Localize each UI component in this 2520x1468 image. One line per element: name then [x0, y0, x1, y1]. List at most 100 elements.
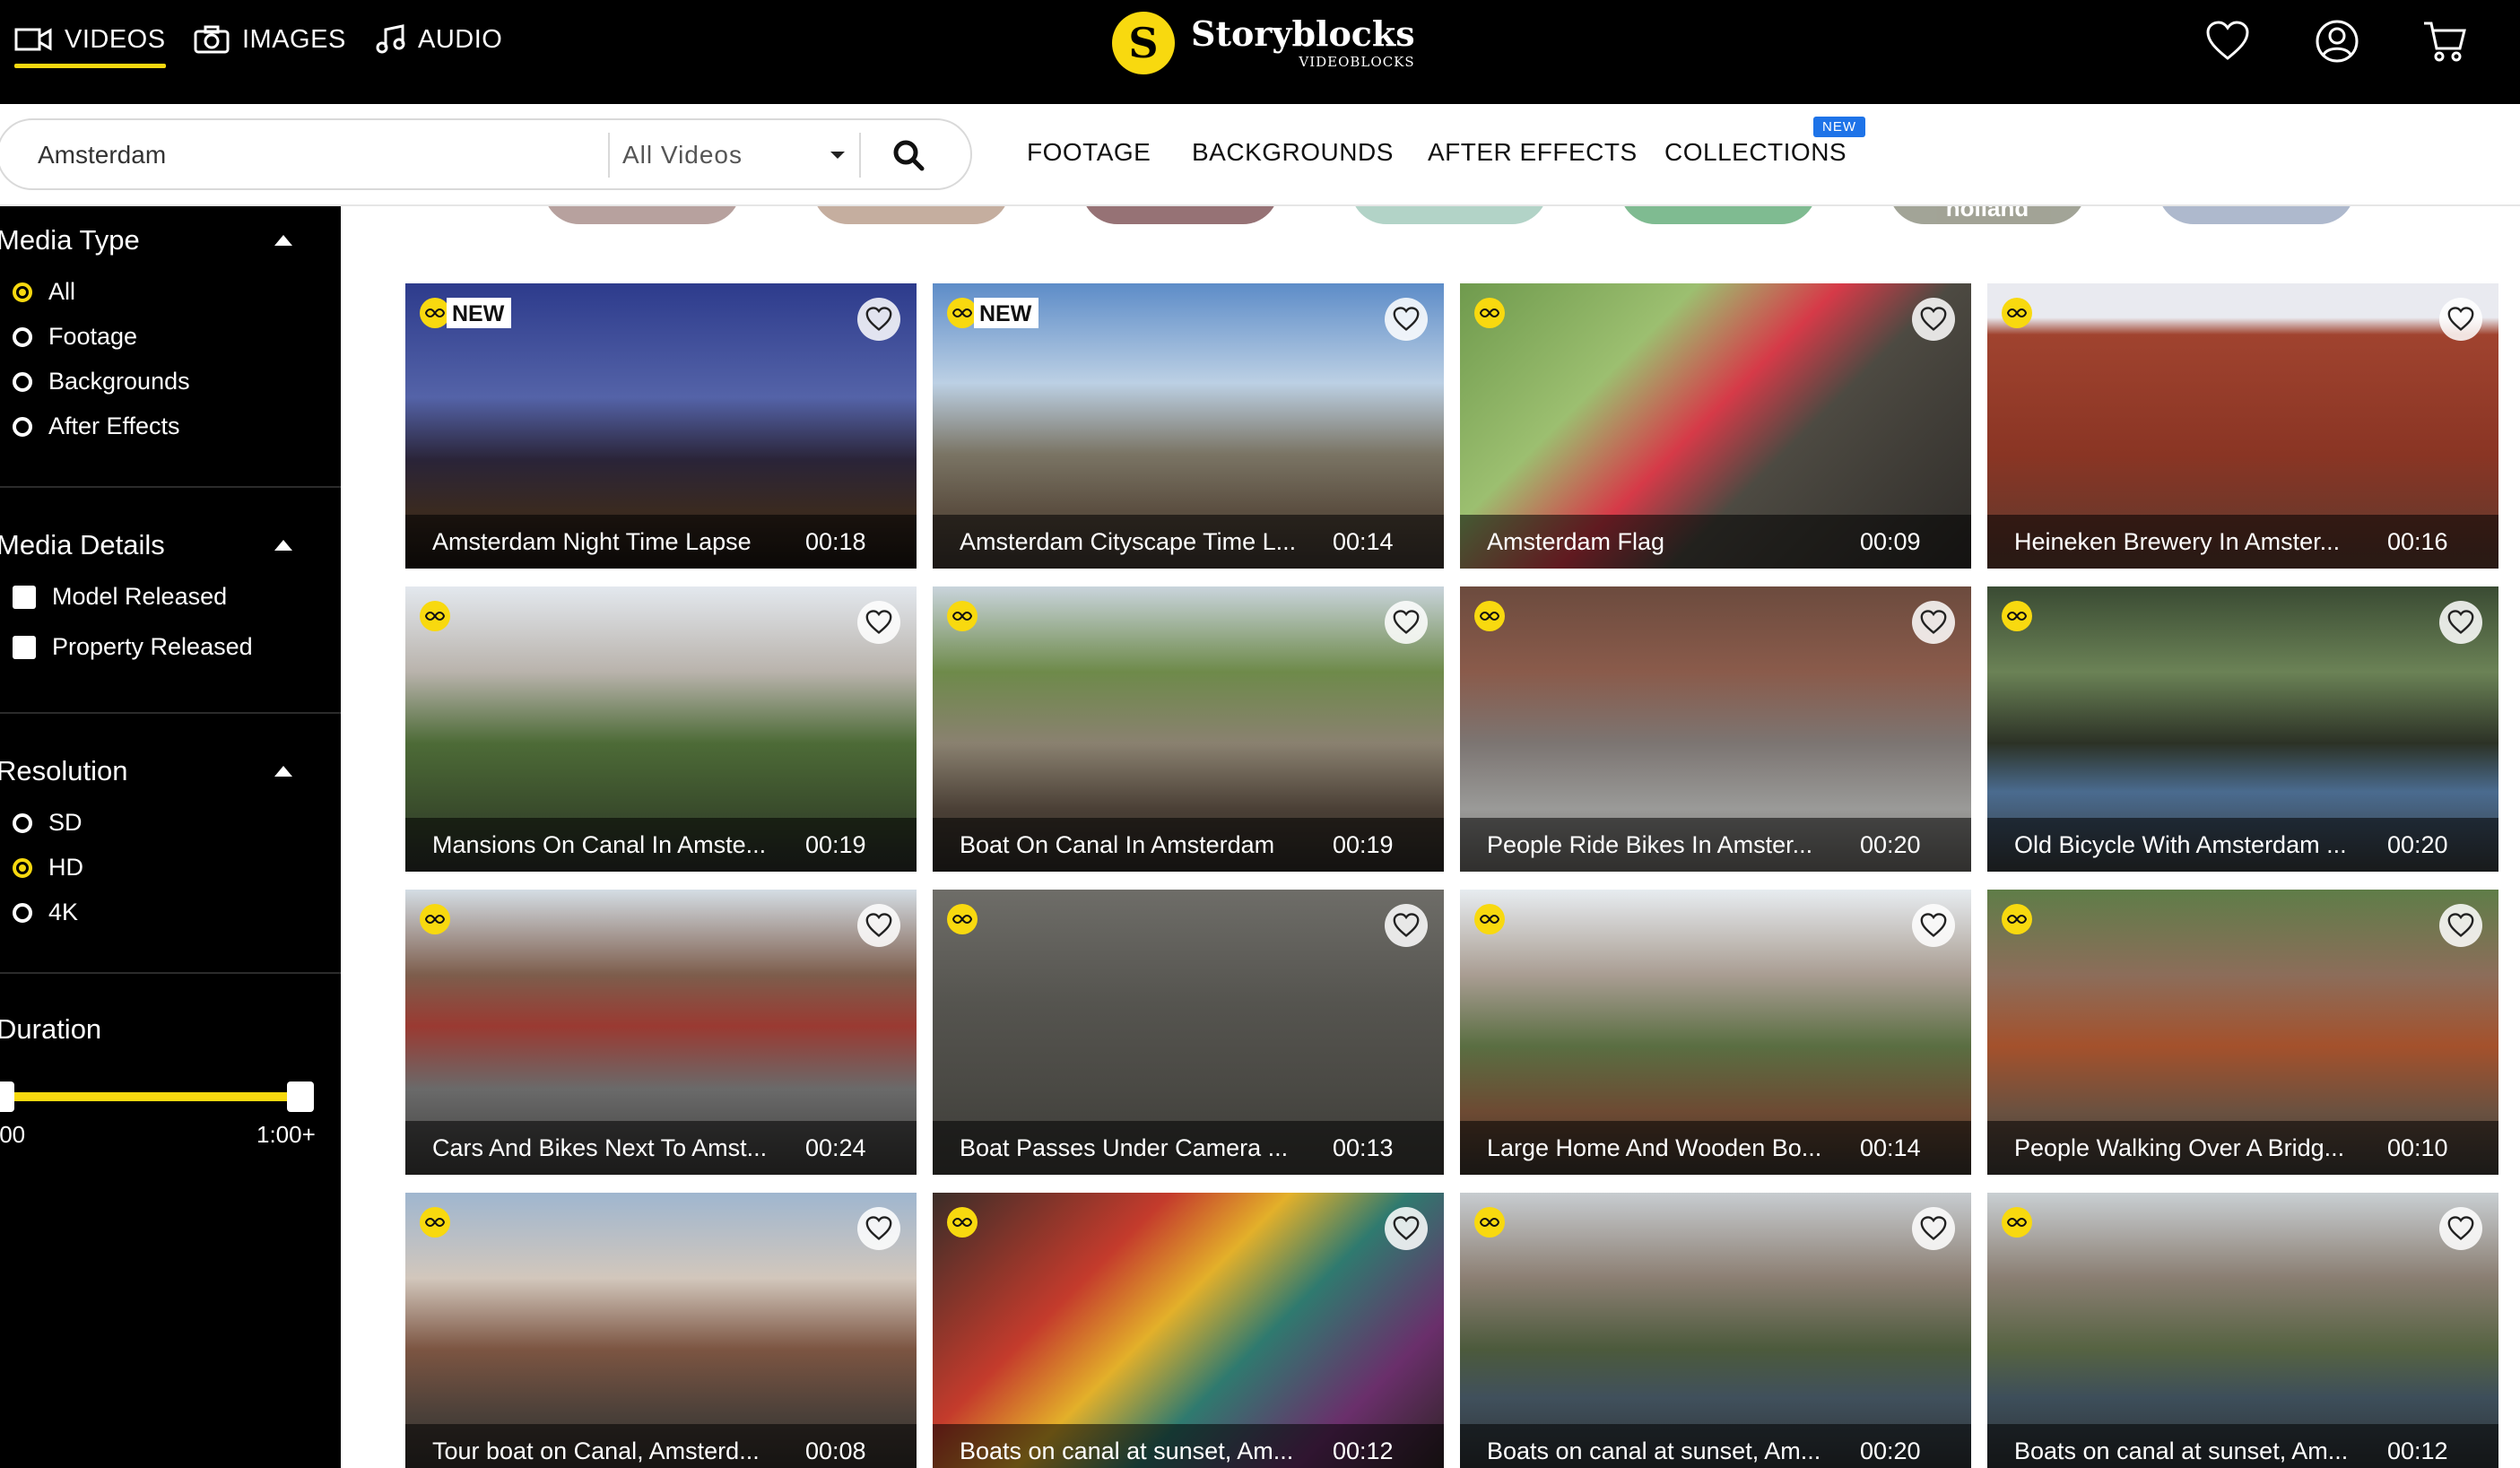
video-result-card[interactable]: Cars And Bikes Next To Amst... 00:24	[405, 890, 917, 1175]
related-search-thumb[interactable]	[2158, 206, 2355, 224]
video-result-card[interactable]: Old Bicycle With Amsterdam ... 00:20	[1987, 586, 2498, 872]
video-result-card[interactable]: Mansions On Canal In Amste... 00:19	[405, 586, 917, 872]
tab-videos[interactable]: VIDEOS	[14, 16, 166, 68]
collapse-caret-icon[interactable]	[274, 235, 292, 246]
video-result-card[interactable]: Boats on canal at sunset, Am... 00:12	[933, 1193, 1444, 1468]
nav-collections[interactable]: COLLECTIONS	[1664, 138, 1847, 167]
video-result-card[interactable]: Amsterdam Flag 00:09	[1460, 283, 1971, 569]
cart-icon[interactable]	[2420, 16, 2470, 66]
favorite-heart-button[interactable]	[1912, 904, 1955, 947]
related-search-thumb-holland[interactable]: holland	[1889, 206, 2086, 224]
favorites-heart-icon[interactable]	[2203, 16, 2253, 66]
nav-after-effects[interactable]: AFTER EFFECTS	[1428, 138, 1638, 167]
video-result-card[interactable]: Boats on canal at sunset, Am... 00:12	[1987, 1193, 2498, 1468]
unlimited-infinity-icon	[1480, 611, 1499, 621]
related-search-thumb[interactable]	[1620, 206, 1817, 224]
video-result-card[interactable]: Boat Passes Under Camera ... 00:13	[933, 890, 1444, 1175]
favorite-heart-button[interactable]	[1385, 904, 1428, 947]
radio-selected[interactable]	[13, 282, 32, 302]
collapse-caret-icon[interactable]	[274, 540, 292, 551]
property-released-checkbox[interactable]: Property Released	[13, 633, 253, 661]
favorite-heart-button[interactable]	[1912, 1207, 1955, 1250]
duration-slider-max-handle[interactable]	[287, 1081, 314, 1112]
account-user-icon[interactable]	[2312, 16, 2362, 66]
nav-footage[interactable]: FOOTAGE	[1027, 138, 1151, 167]
duration-min-label: :00	[0, 1121, 26, 1148]
heart-icon	[1920, 1216, 1947, 1240]
video-title: Cars And Bikes Next To Amst...	[432, 1134, 768, 1161]
checkbox[interactable]	[13, 585, 36, 609]
favorite-heart-button[interactable]	[857, 904, 900, 947]
search-row: All Videos FOOTAGE BACKGROUNDS AFTER EFF…	[0, 104, 2520, 206]
media-type-option-footage[interactable]: Footage	[13, 323, 137, 351]
favorite-heart-button[interactable]	[2439, 601, 2482, 644]
video-title: Boat On Canal In Amsterdam	[960, 831, 1275, 858]
video-result-card[interactable]: People Ride Bikes In Amster... 00:20	[1460, 586, 1971, 872]
duration-slider-min-handle[interactable]	[0, 1081, 14, 1112]
resolution-option-hd[interactable]: HD	[13, 854, 83, 882]
resolution-option-4k[interactable]: 4K	[13, 899, 78, 926]
favorite-heart-button[interactable]	[2439, 298, 2482, 341]
unlimited-infinity-icon	[2007, 1217, 2027, 1228]
tab-audio[interactable]: AUDIO	[375, 16, 502, 63]
related-search-thumb[interactable]	[1082, 206, 1279, 224]
unlimited-badge	[1474, 601, 1505, 631]
favorite-heart-button[interactable]	[2439, 1207, 2482, 1250]
logo-name: Storyblocks	[1191, 13, 1415, 55]
video-camera-icon	[14, 28, 52, 51]
video-result-card[interactable]: NEW Amsterdam Night Time Lapse 00:18	[405, 283, 917, 569]
tab-audio-label: AUDIO	[418, 24, 503, 54]
related-search-thumb[interactable]	[543, 206, 741, 224]
favorite-heart-button[interactable]	[857, 1207, 900, 1250]
radio[interactable]	[13, 326, 32, 347]
favorite-heart-button[interactable]	[857, 601, 900, 644]
related-search-thumb[interactable]	[1351, 206, 1548, 224]
favorite-heart-button[interactable]	[1385, 601, 1428, 644]
favorite-heart-button[interactable]	[1912, 601, 1955, 644]
video-duration: 00:12	[1333, 1438, 1394, 1464]
video-result-card[interactable]: Boats on canal at sunset, Am... 00:20	[1460, 1193, 1971, 1468]
unlimited-badge	[420, 904, 450, 934]
favorite-heart-button[interactable]	[1385, 1207, 1428, 1250]
collapse-caret-icon[interactable]	[274, 766, 292, 777]
video-result-card[interactable]: People Walking Over A Bridg... 00:10	[1987, 890, 2498, 1175]
video-title: Tour boat on Canal, Amsterd...	[432, 1438, 760, 1464]
media-type-option-after-effects[interactable]: After Effects	[13, 413, 180, 440]
resolution-option-sd[interactable]: SD	[13, 809, 83, 837]
storyblocks-logo[interactable]: S Storyblocks VIDEOBLOCKS	[1112, 7, 1415, 79]
search-input[interactable]	[38, 133, 594, 178]
resolution-title[interactable]: Resolution	[0, 755, 127, 787]
favorite-heart-button[interactable]	[857, 298, 900, 341]
video-result-card[interactable]: Boat On Canal In Amsterdam 00:19	[933, 586, 1444, 872]
divider	[0, 972, 341, 974]
video-result-card[interactable]: Tour boat on Canal, Amsterd... 00:08	[405, 1193, 917, 1468]
favorite-heart-button[interactable]	[1912, 298, 1955, 341]
related-search-thumb[interactable]	[812, 206, 1010, 224]
nav-backgrounds[interactable]: BACKGROUNDS	[1192, 138, 1394, 167]
video-result-card[interactable]: NEW Amsterdam Cityscape Time L... 00:14	[933, 283, 1444, 569]
radio[interactable]	[13, 812, 32, 833]
model-released-checkbox[interactable]: Model Released	[13, 583, 227, 611]
media-type-option-backgrounds[interactable]: Backgrounds	[13, 368, 190, 395]
video-result-card[interactable]: Large Home And Wooden Bo... 00:14	[1460, 890, 1971, 1175]
favorite-heart-button[interactable]	[1385, 298, 1428, 341]
tab-images[interactable]: IMAGES	[194, 16, 346, 63]
search-button[interactable]	[868, 131, 949, 179]
radio[interactable]	[13, 902, 32, 923]
duration-title[interactable]: Duration	[0, 1013, 101, 1046]
unlimited-badge	[1474, 1207, 1505, 1238]
radio[interactable]	[13, 416, 32, 437]
checkbox[interactable]	[13, 635, 36, 659]
media-type-option-all[interactable]: All	[13, 278, 75, 306]
video-result-card[interactable]: Heineken Brewery In Amster... 00:16	[1987, 283, 2498, 569]
unlimited-badge	[2002, 904, 2032, 934]
radio[interactable]	[13, 371, 32, 392]
unlimited-badge	[1474, 298, 1505, 328]
duration-slider-track[interactable]	[0, 1092, 312, 1101]
favorite-heart-button[interactable]	[2439, 904, 2482, 947]
category-dropdown[interactable]: All Videos	[622, 133, 847, 178]
new-tag: NEW	[447, 298, 512, 328]
media-details-title[interactable]: Media Details	[0, 529, 165, 561]
media-type-title[interactable]: Media Type	[0, 224, 140, 256]
radio-selected[interactable]	[13, 857, 32, 878]
